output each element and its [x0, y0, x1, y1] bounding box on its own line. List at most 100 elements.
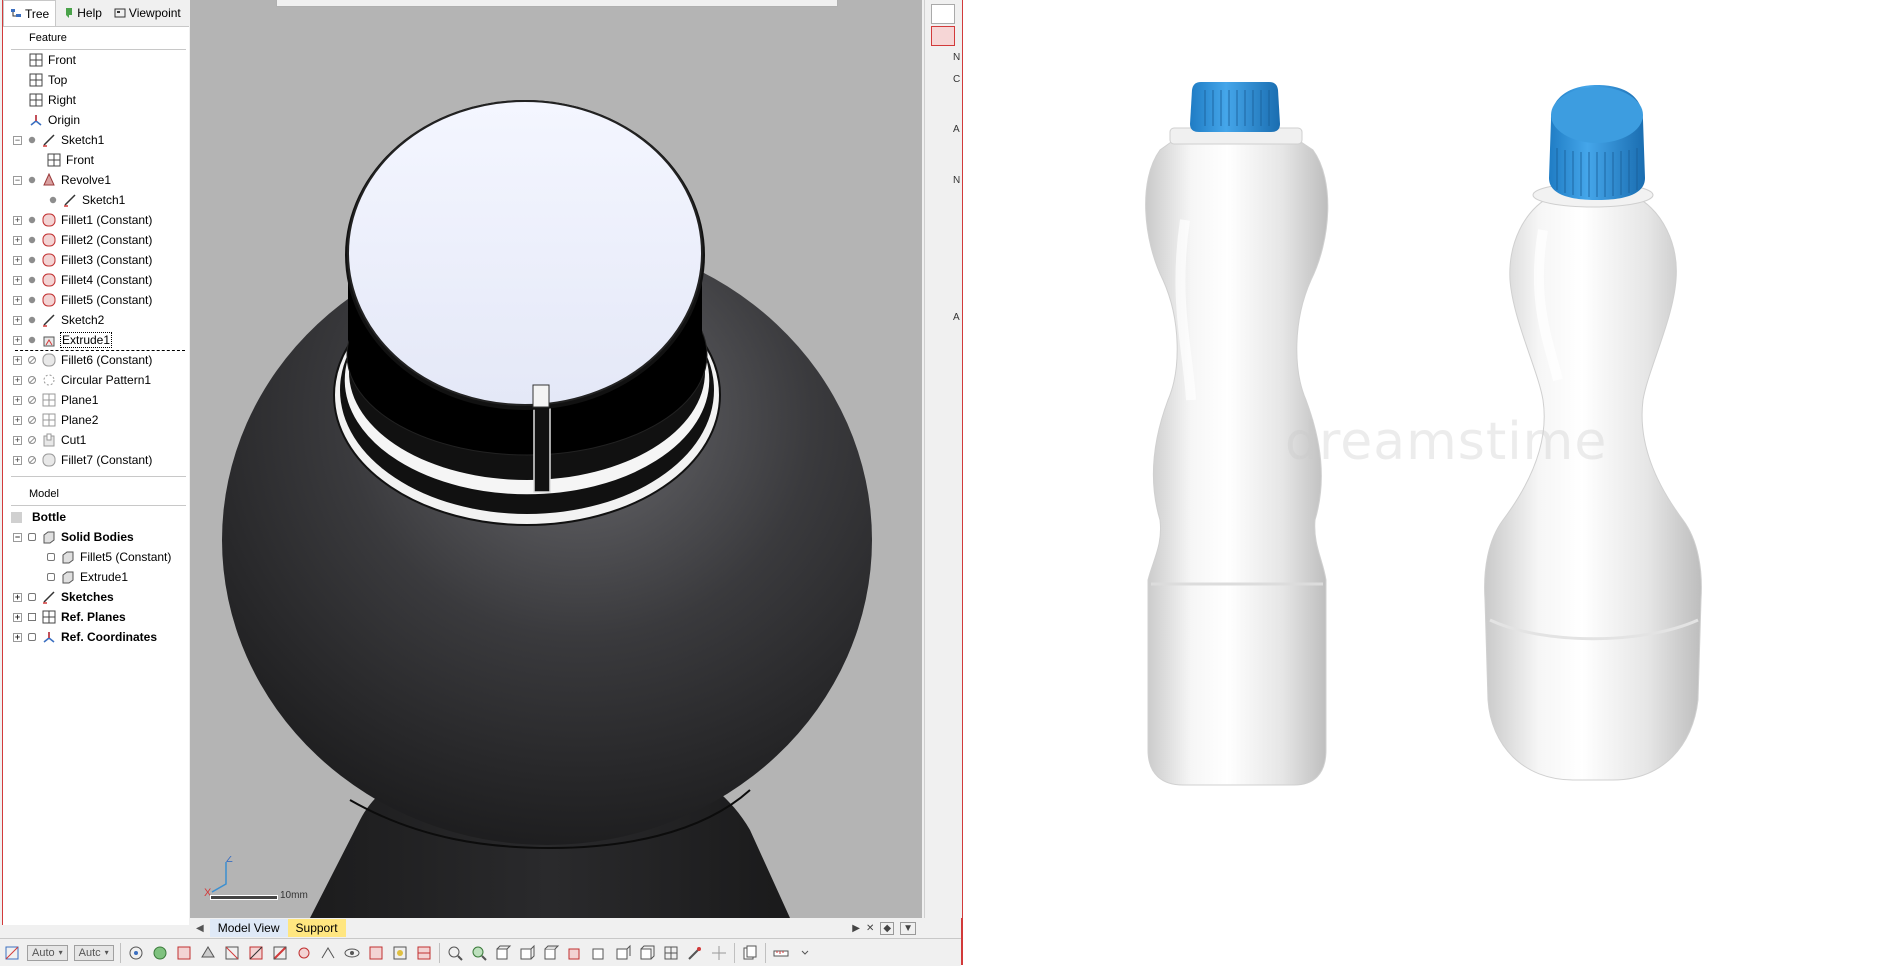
visible-dot[interactable]	[28, 336, 36, 344]
visible-dot[interactable]	[28, 136, 36, 144]
expand-toggle[interactable]: +	[13, 355, 22, 365]
expand-toggle[interactable]: +	[13, 435, 22, 445]
tab-menu-icon[interactable]: ◆	[880, 921, 895, 935]
view-front-icon[interactable]	[493, 943, 513, 963]
expand-toggle[interactable]: +	[13, 295, 22, 305]
edges-icon[interactable]	[318, 943, 338, 963]
3d-viewport[interactable]: Z X 10mm	[190, 0, 922, 918]
display-style-icon[interactable]	[414, 943, 434, 963]
visible-dot[interactable]	[28, 316, 36, 324]
view-bottom-icon[interactable]	[565, 943, 585, 963]
shaded-icon[interactable]	[198, 943, 218, 963]
view-iso-icon[interactable]	[637, 943, 657, 963]
globe-view-icon[interactable]	[150, 943, 170, 963]
visible-dot[interactable]	[49, 196, 57, 204]
pick-tool-icon[interactable]	[685, 943, 705, 963]
expand-toggle[interactable]: +	[13, 415, 22, 425]
tree-item-front-child[interactable]: Front	[47, 151, 94, 169]
eye-icon[interactable]	[28, 633, 36, 641]
wireframe-icon[interactable]	[222, 943, 242, 963]
tree-item-revolve1[interactable]: − Revolve1	[13, 171, 111, 189]
view-right-icon[interactable]	[613, 943, 633, 963]
eye-icon[interactable]	[47, 573, 55, 581]
model-root-bottle[interactable]: Bottle	[11, 508, 66, 526]
tree-item-fillet6[interactable]: + Fillet6 (Constant)	[13, 351, 152, 369]
expand-toggle[interactable]: +	[13, 315, 22, 325]
model-item-ref-coordinates[interactable]: + Ref. Coordinates	[13, 628, 157, 646]
expand-toggle[interactable]: +	[13, 255, 22, 265]
visible-dot[interactable]	[28, 216, 36, 224]
more-options-icon[interactable]	[795, 943, 815, 963]
expand-toggle[interactable]: +	[13, 592, 22, 602]
tree-item-sketch2[interactable]: + Sketch2	[13, 311, 104, 329]
visible-dot[interactable]	[28, 236, 36, 244]
collapse-toggle[interactable]: −	[13, 135, 22, 145]
measure-icon[interactable]	[294, 943, 314, 963]
zoom-fit-icon[interactable]	[445, 943, 465, 963]
tree-item-fillet2[interactable]: + Fillet2 (Constant)	[13, 231, 152, 249]
snap-combo-2[interactable]: Autc ▾	[73, 944, 114, 961]
tree-item-fillet1[interactable]: + Fillet1 (Constant)	[13, 211, 152, 229]
eye-icon[interactable]	[28, 533, 36, 541]
tree-item-sketch1-child[interactable]: Sketch1	[49, 191, 125, 209]
view-top-icon[interactable]	[541, 943, 561, 963]
tab-viewpoint[interactable]: Viewpoint	[108, 0, 187, 25]
pan-icon[interactable]	[709, 943, 729, 963]
expand-toggle[interactable]: +	[13, 375, 22, 385]
rotate-view-icon[interactable]	[126, 943, 146, 963]
suppressed-dot[interactable]	[28, 376, 36, 384]
expand-toggle[interactable]: +	[13, 235, 22, 245]
eye-icon[interactable]	[28, 593, 36, 601]
tree-item-right[interactable]: Right	[29, 91, 76, 109]
tree-item-plane1[interactable]: + Plane1	[13, 391, 98, 409]
close-tab-icon[interactable]: ✕	[866, 923, 874, 934]
expand-toggle[interactable]: +	[13, 632, 22, 642]
tab-dropdown-icon[interactable]: ▼	[900, 921, 916, 935]
collapse-toggle[interactable]: −	[13, 175, 22, 185]
snap-combo-1[interactable]: Auto ▾	[27, 944, 68, 961]
tree-item-sketch1[interactable]: − Sketch1	[13, 131, 104, 149]
eye-icon[interactable]	[47, 553, 55, 561]
suppressed-dot[interactable]	[28, 396, 36, 404]
tree-item-front[interactable]: Front	[29, 51, 76, 69]
visible-dot[interactable]	[28, 176, 36, 184]
visible-dot[interactable]	[28, 256, 36, 264]
view-multi-icon[interactable]	[661, 943, 681, 963]
zoom-area-icon[interactable]	[469, 943, 489, 963]
tabs-scroll-right-icon[interactable]: ▶	[852, 923, 860, 934]
model-item-extrude1[interactable]: Extrude1	[47, 568, 128, 586]
ruler-icon[interactable]	[771, 943, 791, 963]
expand-toggle[interactable]: +	[13, 395, 22, 405]
collapse-toggle[interactable]: −	[13, 532, 22, 542]
strip-pin-button[interactable]	[931, 26, 955, 46]
tree-item-circular-pattern1[interactable]: + Circular Pattern1	[13, 371, 151, 389]
tree-item-fillet7[interactable]: + Fillet7 (Constant)	[13, 451, 152, 469]
tree-item-origin[interactable]: Origin	[29, 111, 80, 129]
expand-toggle[interactable]: +	[13, 275, 22, 285]
appearance-icon[interactable]	[366, 943, 386, 963]
tree-item-extrude1[interactable]: + Extrude1	[13, 331, 113, 349]
tab-model-view[interactable]: Model View	[209, 919, 288, 937]
visible-dot[interactable]	[28, 296, 36, 304]
copy-view-icon[interactable]	[740, 943, 760, 963]
suppressed-dot[interactable]	[28, 356, 36, 364]
view-back-icon[interactable]	[517, 943, 537, 963]
expand-toggle[interactable]: +	[13, 215, 22, 225]
strip-toggle-button[interactable]	[931, 4, 955, 24]
view-left-icon[interactable]	[589, 943, 609, 963]
tree-item-fillet4[interactable]: + Fillet4 (Constant)	[13, 271, 152, 289]
tabs-scroll-left-icon[interactable]: ◀	[190, 923, 210, 934]
expand-toggle[interactable]: +	[13, 612, 22, 622]
model-item-fillet5[interactable]: Fillet5 (Constant)	[47, 548, 171, 566]
render-mode-icon[interactable]	[174, 943, 194, 963]
tab-help[interactable]: Help	[56, 0, 108, 25]
model-item-ref-planes[interactable]: + Ref. Planes	[13, 608, 126, 626]
tree-item-cut1[interactable]: + Cut1	[13, 431, 86, 449]
visible-dot[interactable]	[28, 276, 36, 284]
tab-support[interactable]: Support	[287, 919, 346, 937]
model-item-sketches[interactable]: + Sketches	[13, 588, 114, 606]
tree-item-fillet5[interactable]: + Fillet5 (Constant)	[13, 291, 152, 309]
suppressed-dot[interactable]	[28, 456, 36, 464]
expand-toggle[interactable]: +	[13, 335, 22, 345]
tree-item-plane2[interactable]: + Plane2	[13, 411, 98, 429]
